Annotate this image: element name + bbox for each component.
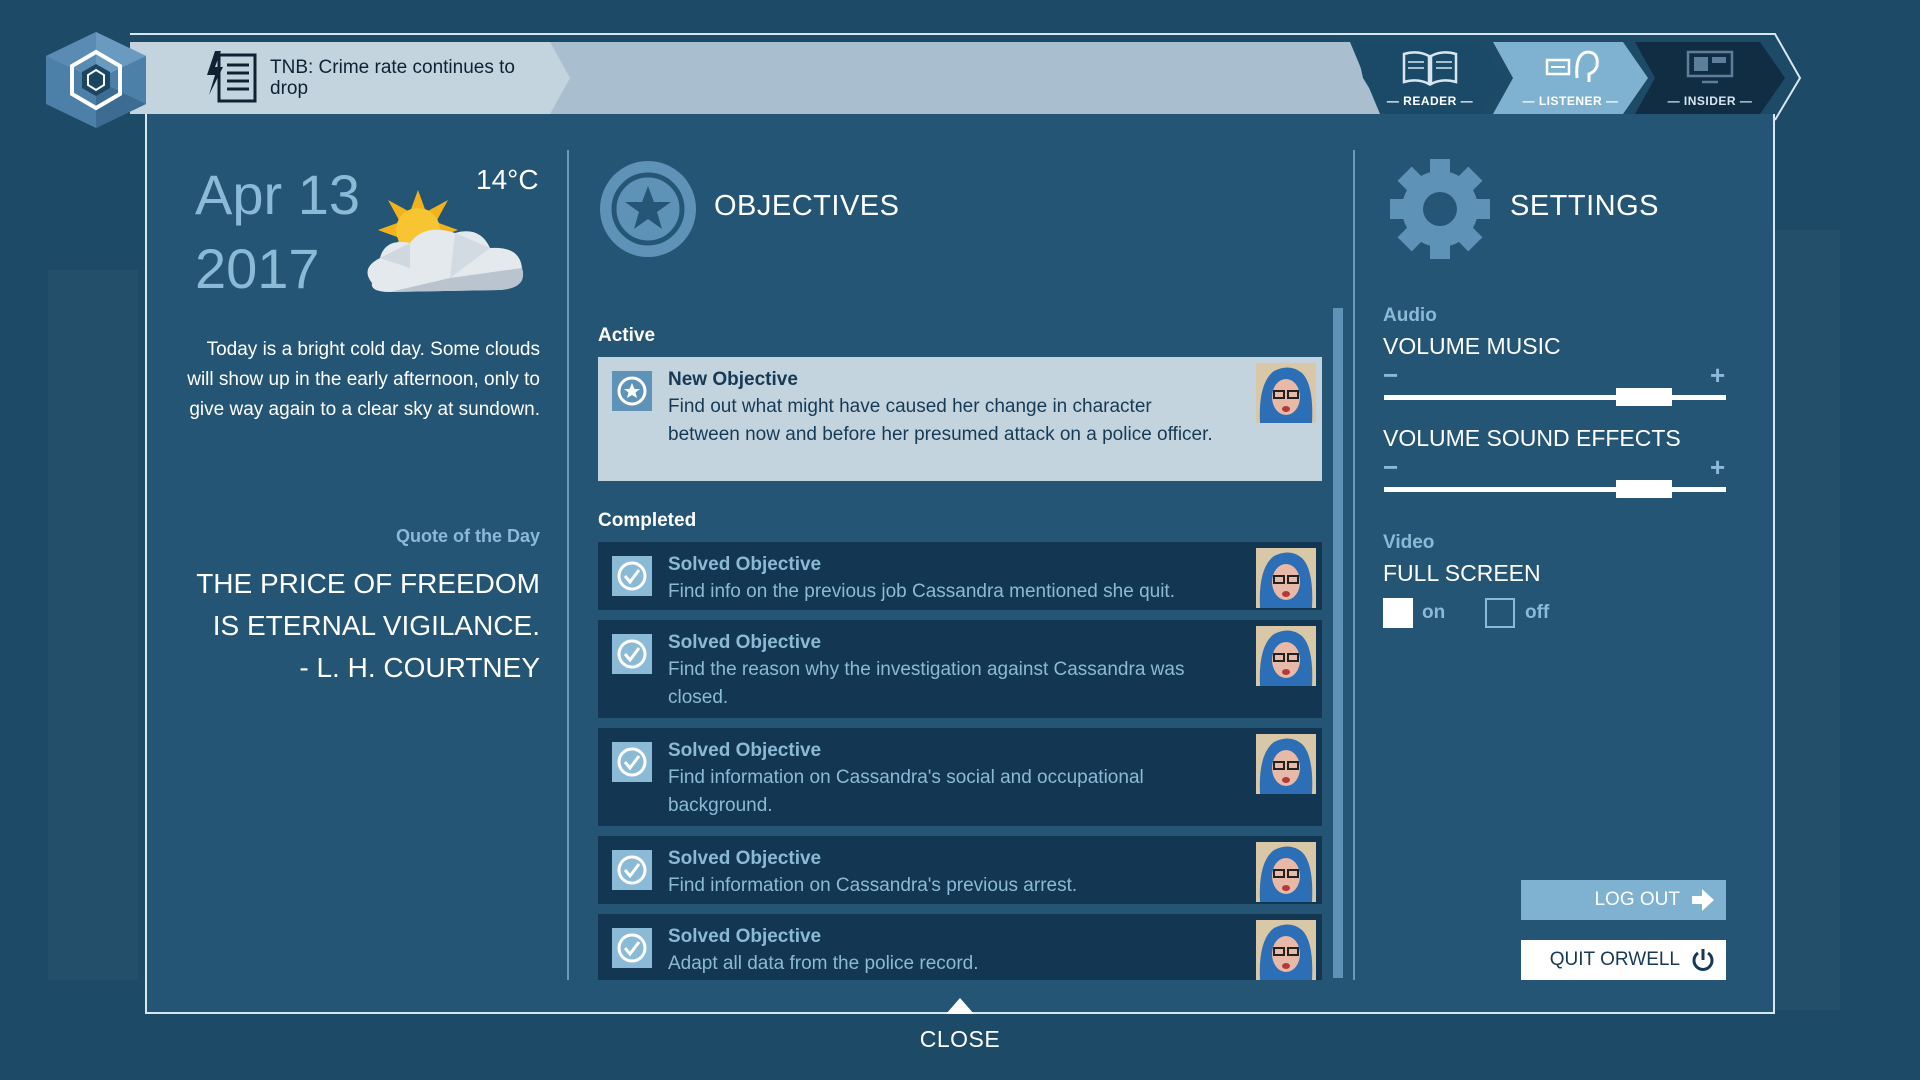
background-sidebar: [48, 270, 138, 980]
objective-heading: New Objective: [668, 369, 798, 390]
avatar: [1256, 842, 1316, 902]
objective-heading: Solved Objective: [668, 740, 822, 761]
fullscreen-off-checkbox[interactable]: [1485, 598, 1515, 628]
star-badge-icon: [600, 161, 696, 257]
objective-completed[interactable]: Solved Objective Adapt all data from the…: [598, 914, 1322, 980]
target-icon: [612, 850, 652, 890]
objective-text: Find information on Cassandra's previous…: [668, 875, 1078, 896]
log-out-label: LOG OUT: [1594, 889, 1680, 910]
objective-completed[interactable]: Solved Objective Find the reason why the…: [598, 620, 1322, 718]
column-divider-left: [567, 150, 569, 980]
fullscreen-off-label: off: [1525, 602, 1550, 623]
avatar: [1256, 920, 1316, 980]
objective-heading: Solved Objective: [668, 632, 822, 653]
avatar: [1256, 734, 1316, 794]
power-icon: [1692, 949, 1714, 971]
volume-music-label: VOLUME MUSIC: [1383, 333, 1561, 359]
fullscreen-on-label: on: [1422, 602, 1446, 623]
audio-label: Audio: [1383, 305, 1437, 326]
volume-effects-decrease[interactable]: −: [1383, 452, 1398, 483]
video-label: Video: [1383, 532, 1435, 553]
avatar: [1256, 626, 1316, 686]
settings-title: SETTINGS: [1510, 190, 1660, 222]
objective-text: Find info on the previous job Cassandra …: [668, 581, 1175, 602]
volume-effects-thumb[interactable]: [1616, 480, 1672, 498]
objectives-scrollbar[interactable]: [1333, 308, 1343, 978]
completed-label: Completed: [598, 510, 697, 531]
avatar: [1256, 363, 1316, 423]
objectives-title: OBJECTIVES: [714, 190, 900, 222]
objective-heading: Solved Objective: [668, 926, 822, 947]
objective-completed[interactable]: Solved Objective Find information on Cas…: [598, 728, 1322, 826]
objective-completed[interactable]: Solved Objective Find info on the previo…: [598, 542, 1322, 610]
close-button[interactable]: CLOSE: [900, 1026, 1020, 1053]
gear-icon: [1390, 159, 1490, 259]
weather-description: Today is a bright cold day. Some clouds …: [187, 339, 540, 420]
arrow-right-icon: [1692, 889, 1714, 911]
target-icon: [612, 371, 652, 411]
objective-heading: Solved Objective: [668, 554, 822, 575]
objective-completed[interactable]: Solved Objective Find information on Cas…: [598, 836, 1322, 904]
orwell-hex-logo: [46, 32, 146, 128]
quote-heading: Quote of the Day: [395, 526, 540, 546]
objective-text: Find the reason why the investigation ag…: [668, 659, 1185, 708]
volume-music-slider[interactable]: [1384, 388, 1726, 406]
fullscreen-label: FULL SCREEN: [1383, 560, 1541, 586]
column-divider-right: [1353, 150, 1355, 980]
close-notch: [946, 998, 974, 1014]
quit-orwell-label: QUIT ORWELL: [1549, 949, 1680, 970]
target-icon: [612, 634, 652, 674]
date-day: Apr 13: [195, 163, 360, 226]
log-out-button[interactable]: LOG OUT: [1521, 880, 1726, 920]
volume-music-decrease[interactable]: −: [1383, 360, 1398, 391]
quit-orwell-button[interactable]: QUIT ORWELL: [1521, 940, 1726, 980]
objective-heading: Solved Objective: [668, 848, 822, 869]
avatar: [1256, 548, 1316, 608]
fullscreen-on-checkbox[interactable]: [1383, 598, 1413, 628]
objective-text: Find out what might have caused her chan…: [668, 396, 1213, 445]
volume-music-increase[interactable]: +: [1710, 360, 1725, 391]
target-icon: [612, 928, 652, 968]
volume-effects-increase[interactable]: +: [1710, 452, 1725, 483]
target-icon: [612, 556, 652, 596]
volume-effects-slider[interactable]: [1384, 480, 1726, 498]
volume-effects-label: VOLUME SOUND EFFECTS: [1383, 425, 1681, 451]
date-year: 2017: [195, 237, 320, 300]
active-label: Active: [598, 325, 656, 346]
volume-music-thumb[interactable]: [1616, 388, 1672, 406]
objective-text: Find information on Cassandra's social a…: [668, 767, 1144, 816]
objective-active[interactable]: New Objective Find out what might have c…: [598, 357, 1322, 481]
target-icon: [612, 742, 652, 782]
quote-line-2: IS ETERNAL VIGILANCE.: [212, 610, 540, 641]
objective-text: Adapt all data from the police record.: [668, 953, 979, 974]
date-display: Apr 13 2017: [195, 158, 360, 306]
quote-line-3: - L. H. COURTNEY: [299, 652, 540, 683]
partly-cloudy-icon: [367, 190, 524, 292]
quote-of-the-day: THE PRICE OF FREEDOM IS ETERNAL VIGILANC…: [150, 563, 540, 689]
quote-line-1: THE PRICE OF FREEDOM: [196, 568, 540, 599]
